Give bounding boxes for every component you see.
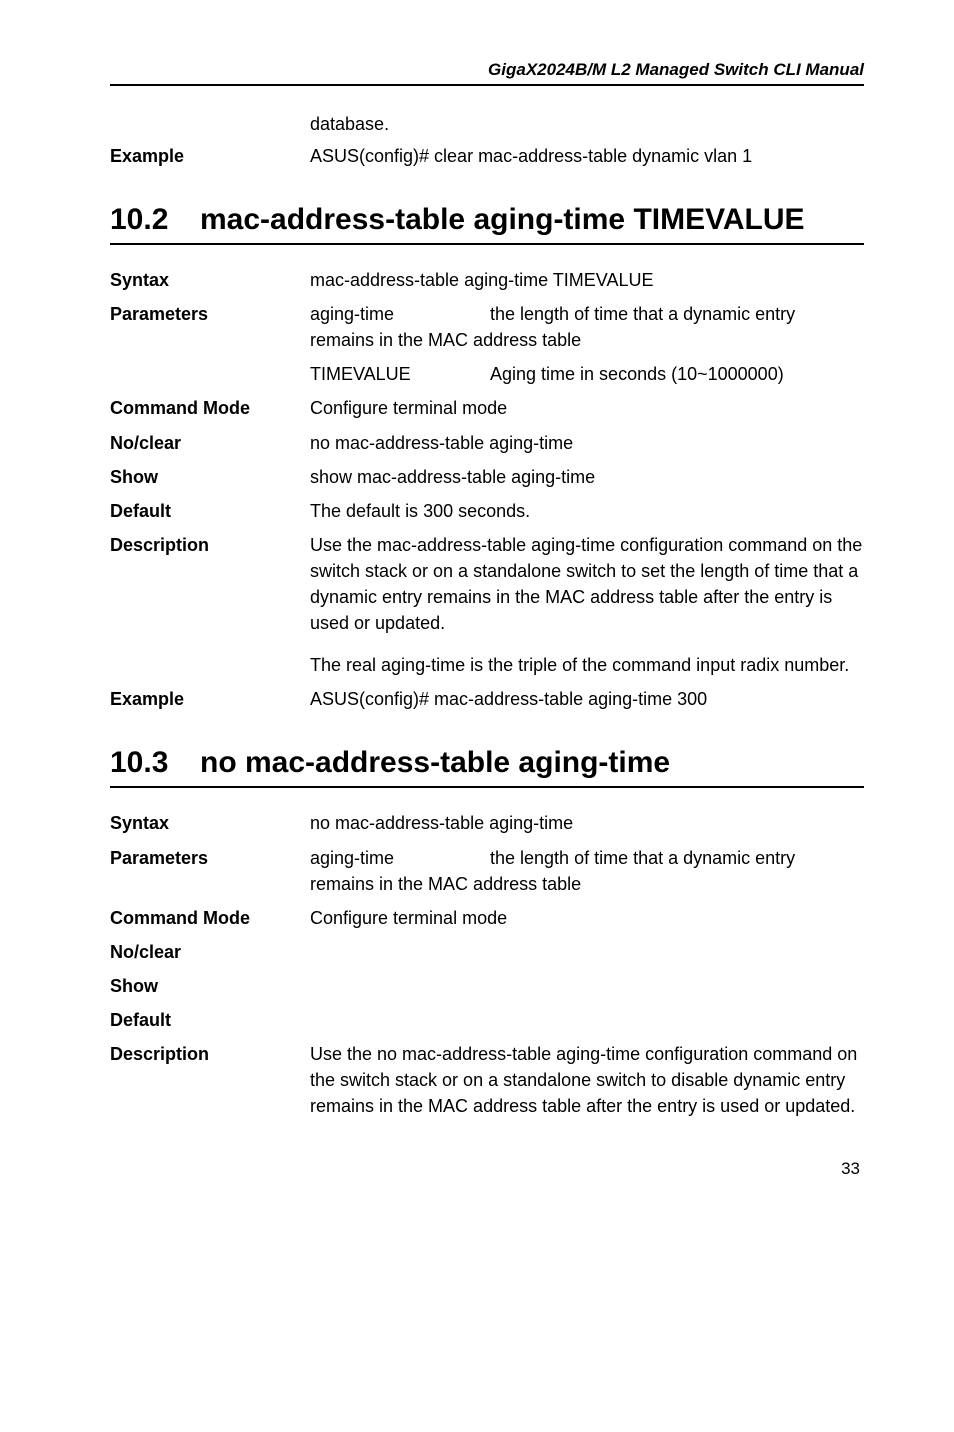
syntax-label: Syntax	[110, 810, 310, 836]
show-value: show mac-address-table aging-time	[310, 464, 864, 490]
example-row: Example ASUS(config)# mac-address-table …	[110, 686, 864, 712]
page-number: 33	[110, 1159, 864, 1179]
param-desc: Aging time in seconds (10~1000000)	[490, 361, 864, 387]
example-label: Example	[110, 143, 310, 169]
description-row: Description Use the mac-address-table ag…	[110, 532, 864, 678]
section-title: mac-address-table aging-time TIMEVALUE	[200, 203, 864, 237]
example-row: Example ASUS(config)# clear mac-address-…	[110, 143, 864, 169]
syntax-row: Syntax no mac-address-table aging-time	[110, 810, 864, 836]
param-desc-cont: remains in the MAC address table	[310, 871, 864, 897]
syntax-label: Syntax	[110, 267, 310, 293]
default-row: Default The default is 300 seconds.	[110, 498, 864, 524]
parameters-label: Parameters	[110, 845, 310, 897]
noclear-value	[310, 939, 864, 965]
param-desc: the length of time that a dynamic entry	[490, 845, 864, 871]
param-desc: the length of time that a dynamic entry	[490, 301, 864, 327]
show-label: Show	[110, 464, 310, 490]
description-row: Description Use the no mac-address-table…	[110, 1041, 864, 1119]
noclear-label: No/clear	[110, 430, 310, 456]
default-label: Default	[110, 1007, 310, 1033]
section-heading-102: 10.2 mac-address-table aging-time TIMEVA…	[110, 203, 864, 245]
syntax-value: no mac-address-table aging-time	[310, 810, 864, 836]
show-row: Show show mac-address-table aging-time	[110, 464, 864, 490]
noclear-label: No/clear	[110, 939, 310, 965]
param-name: aging-time	[310, 845, 490, 871]
section-title: no mac-address-table aging-time	[200, 746, 864, 780]
command-mode-label: Command Mode	[110, 395, 310, 421]
param-name: TIMEVALUE	[310, 361, 490, 387]
description-para-2: The real aging-time is the triple of the…	[310, 652, 864, 678]
syntax-value: mac-address-table aging-time TIMEVALUE	[310, 267, 864, 293]
noclear-row: No/clear	[110, 939, 864, 965]
parameters-value: aging-time the length of time that a dyn…	[310, 845, 864, 897]
section-heading-103: 10.3 no mac-address-table aging-time	[110, 746, 864, 788]
example-value: ASUS(config)# clear mac-address-table dy…	[310, 143, 864, 169]
example-label: Example	[110, 686, 310, 712]
parameters-row: Parameters aging-time the length of time…	[110, 845, 864, 897]
description-value: Use the no mac-address-table aging-time …	[310, 1041, 864, 1119]
command-mode-value: Configure terminal mode	[310, 905, 864, 931]
show-row: Show	[110, 973, 864, 999]
section-number: 10.3	[110, 746, 200, 780]
default-label: Default	[110, 498, 310, 524]
show-value	[310, 973, 864, 999]
continuation-text: database.	[310, 114, 864, 135]
description-para-1: Use the mac-address-table aging-time con…	[310, 532, 864, 636]
parameters-value: aging-time the length of time that a dyn…	[310, 301, 864, 353]
parameters-row: Parameters aging-time the length of time…	[110, 301, 864, 353]
parameters-row-2: TIMEVALUE Aging time in seconds (10~1000…	[110, 361, 864, 387]
description-label: Description	[110, 532, 310, 678]
command-mode-value: Configure terminal mode	[310, 395, 864, 421]
description-value: Use the mac-address-table aging-time con…	[310, 532, 864, 678]
default-row: Default	[110, 1007, 864, 1033]
empty-label	[110, 361, 310, 387]
show-label: Show	[110, 973, 310, 999]
default-value	[310, 1007, 864, 1033]
page-container: GigaX2024B/M L2 Managed Switch CLI Manua…	[0, 0, 954, 1219]
header-rule: GigaX2024B/M L2 Managed Switch CLI Manua…	[110, 60, 864, 86]
command-mode-row: Command Mode Configure terminal mode	[110, 395, 864, 421]
noclear-row: No/clear no mac-address-table aging-time	[110, 430, 864, 456]
command-mode-label: Command Mode	[110, 905, 310, 931]
description-label: Description	[110, 1041, 310, 1119]
header-title: GigaX2024B/M L2 Managed Switch CLI Manua…	[110, 60, 864, 80]
param-desc-cont: remains in the MAC address table	[310, 327, 864, 353]
default-value: The default is 300 seconds.	[310, 498, 864, 524]
noclear-value: no mac-address-table aging-time	[310, 430, 864, 456]
param-name: aging-time	[310, 301, 490, 327]
parameters-label: Parameters	[110, 301, 310, 353]
section-number: 10.2	[110, 203, 200, 237]
syntax-row: Syntax mac-address-table aging-time TIME…	[110, 267, 864, 293]
command-mode-row: Command Mode Configure terminal mode	[110, 905, 864, 931]
example-value: ASUS(config)# mac-address-table aging-ti…	[310, 686, 864, 712]
